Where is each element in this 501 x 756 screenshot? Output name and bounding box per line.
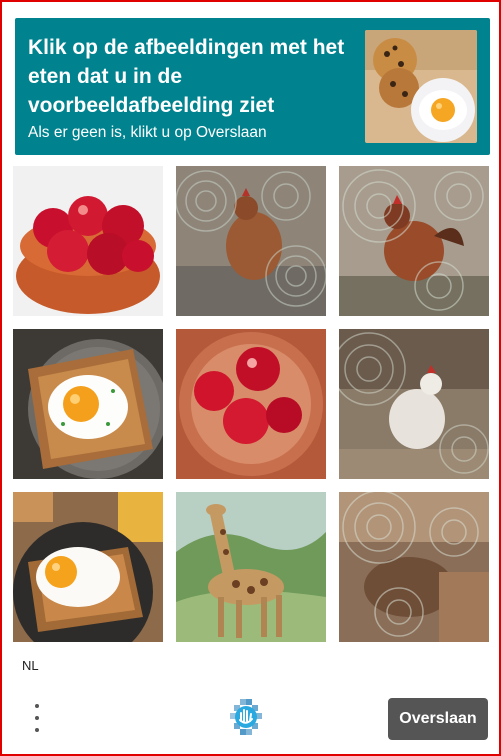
grid-cell-apples-bowl[interactable] <box>176 329 326 479</box>
grid-cell-noisy-white-chicken[interactable] <box>339 329 489 479</box>
grid-cell-noisy-blurred[interactable] <box>339 492 489 642</box>
skip-button[interactable]: Overslaan <box>388 698 488 740</box>
challenge-header: Klik op de afbeeldingen met het eten dat… <box>15 18 490 155</box>
grid-cell-egg-toast[interactable] <box>13 329 163 479</box>
grid-cell-noisy-chicken[interactable] <box>176 166 326 316</box>
challenge-prompt: Klik op de afbeeldingen met het eten dat… <box>28 36 345 117</box>
language-label[interactable]: NL <box>22 658 39 673</box>
grid-cell-noisy-rooster[interactable] <box>339 166 489 316</box>
vertical-dots-icon[interactable] <box>28 700 46 736</box>
grid-cell-apples-basket[interactable] <box>13 166 163 316</box>
sample-image <box>365 30 477 143</box>
challenge-subprompt: Als er geen is, klikt u op Overslaan <box>28 124 267 141</box>
grid-cell-egg-breakfast[interactable] <box>13 492 163 642</box>
grid-cell-giraffe[interactable] <box>176 492 326 642</box>
captcha-frame: Klik op de afbeeldingen met het eten dat… <box>0 0 501 756</box>
hcaptcha-hand-icon[interactable] <box>230 699 262 735</box>
